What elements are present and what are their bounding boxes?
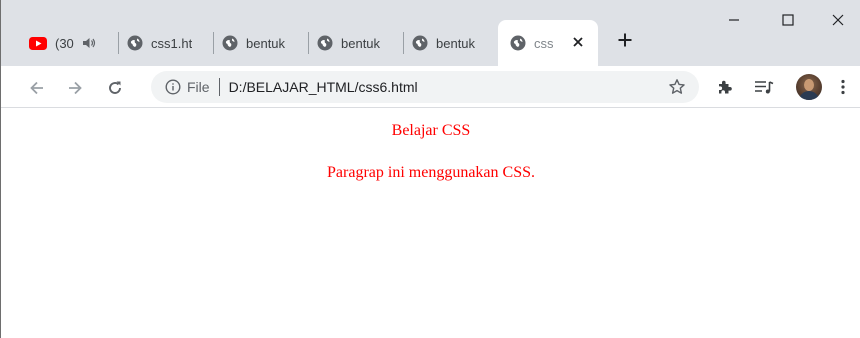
address-divider (218, 78, 220, 96)
new-tab-button[interactable] (611, 26, 639, 54)
address-bar[interactable]: File D:/BELAJAR_HTML/css6.html (151, 71, 699, 103)
tab-title: bentuk (246, 35, 286, 51)
tab-title: bentuk (436, 35, 476, 51)
minimize-button[interactable] (711, 0, 757, 40)
plus-icon (618, 33, 632, 47)
extensions-puzzle-icon[interactable] (714, 76, 736, 98)
info-icon[interactable] (165, 79, 181, 95)
reload-button[interactable] (101, 74, 129, 102)
reload-icon (109, 81, 121, 94)
tab-title: css (534, 35, 554, 51)
back-button[interactable] (23, 74, 51, 102)
maximize-button[interactable] (765, 0, 811, 40)
tab-youtube[interactable]: (30 (29, 22, 115, 64)
youtube-icon (29, 36, 47, 50)
tab-separator (403, 32, 404, 54)
tab-bentuk-2[interactable]: bentuk (317, 22, 401, 64)
close-window-button[interactable] (815, 0, 860, 40)
avatar-face (804, 79, 814, 91)
tab-separator (118, 32, 119, 54)
close-tab-icon[interactable] (570, 35, 586, 51)
url-text[interactable]: D:/BELAJAR_HTML/css6.html (229, 79, 418, 95)
speaker-icon[interactable] (82, 37, 96, 49)
globe-icon (510, 35, 526, 51)
globe-icon (222, 35, 238, 51)
tab-bentuk-3[interactable]: bentuk (412, 22, 496, 64)
tab-title: (30 (55, 35, 74, 51)
arrow-right-icon (69, 81, 82, 95)
tab-strip: (30 css1.ht bentuk bentuk bentuk css (1, 0, 860, 66)
tab-bentuk-1[interactable]: bentuk (222, 22, 306, 64)
maximize-icon (782, 14, 794, 26)
globe-icon (317, 35, 333, 51)
menu-kebab-icon[interactable] (835, 76, 851, 98)
globe-icon (127, 35, 143, 51)
page-viewport: Belajar CSS Paragrap ini menggunakan CSS… (1, 109, 860, 338)
forward-button[interactable] (61, 74, 89, 102)
bookmark-star-icon[interactable] (667, 77, 687, 97)
minimize-icon (729, 19, 739, 21)
tab-title: bentuk (341, 35, 381, 51)
close-icon (832, 14, 844, 26)
page-heading: Belajar CSS (391, 122, 471, 139)
globe-icon (412, 35, 428, 51)
reading-list-icon[interactable] (753, 76, 775, 98)
browser-toolbar: File D:/BELAJAR_HTML/css6.html (1, 66, 860, 108)
tab-css6-active[interactable]: css (498, 20, 598, 66)
tab-title: css1.ht (151, 35, 193, 51)
profile-avatar[interactable] (796, 74, 822, 100)
tab-separator (213, 32, 214, 54)
arrow-left-icon (30, 81, 43, 95)
browser-window: (30 css1.ht bentuk bentuk bentuk css Fil… (0, 0, 860, 338)
tab-separator (308, 32, 309, 54)
avatar-shirt (799, 91, 819, 100)
scheme-label: File (187, 79, 210, 95)
page-paragraph: Paragrap ini menggunakan CSS. (327, 164, 535, 181)
tab-css1[interactable]: css1.ht (127, 22, 211, 64)
